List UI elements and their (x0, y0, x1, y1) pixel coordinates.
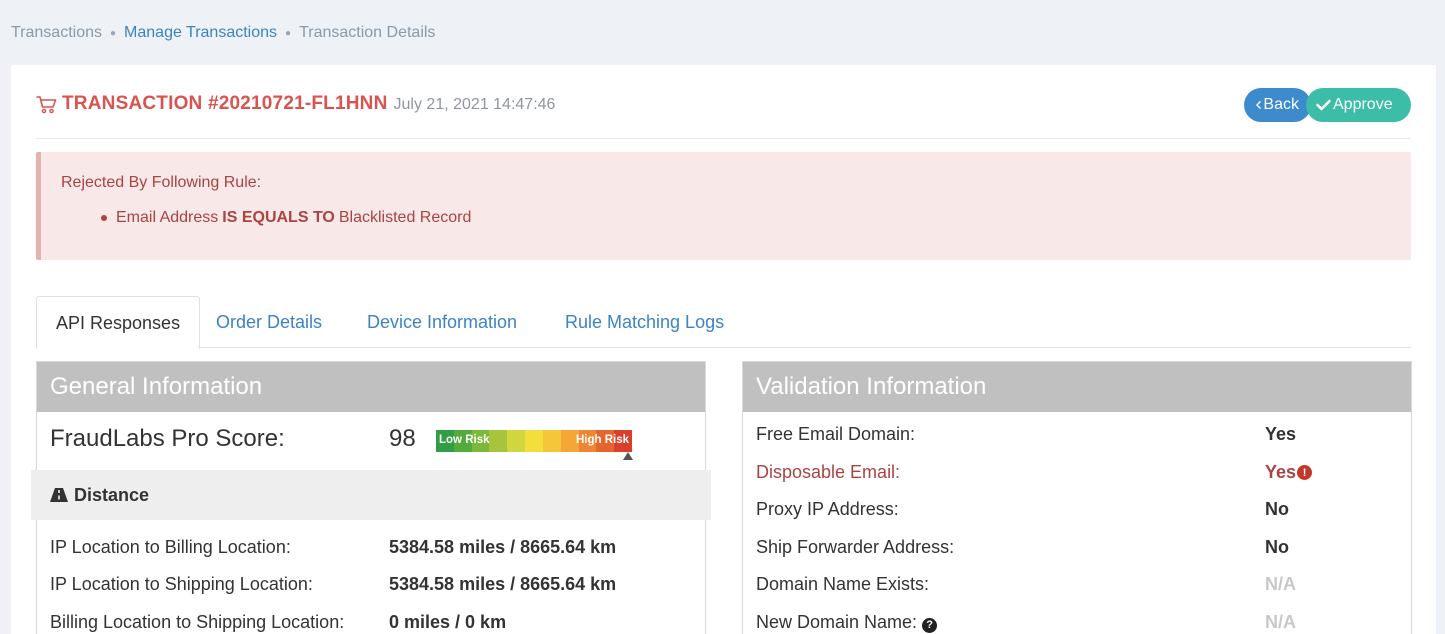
distance-value: 0 miles / 0 km (389, 612, 507, 632)
tab-device-information[interactable]: Device Information (367, 296, 517, 348)
validation-row: Ship Forwarder Address: No (756, 537, 1289, 558)
distance-row: Billing Location to Shipping Location: 0… (50, 612, 506, 633)
validation-label: New Domain Name: (756, 612, 918, 632)
distance-heading: Distance (74, 484, 150, 505)
validation-row: Free Email Domain: Yes (756, 424, 1296, 445)
rule-value: Blacklisted Record (338, 209, 472, 226)
alert-title: Rejected By Following Rule: (61, 174, 262, 191)
meter-low-label: Low Risk (439, 434, 490, 446)
validation-row: Disposable Email: Yes ! (756, 462, 1313, 483)
back-label: Back (1263, 96, 1299, 113)
distance-label: IP Location to Billing Location: (50, 537, 291, 557)
breadcrumb: Transactions ● Manage Transactions ● Tra… (11, 24, 435, 42)
validation-value: N/A (1265, 574, 1296, 594)
warning-icon: ! (1297, 465, 1313, 480)
page-title: TRANSACTION #20210721-FL1HNN July 21, 20… (36, 93, 555, 115)
general-information-panel: General Information FraudLabs Pro Score:… (31, 361, 711, 634)
distance-label: Billing Location to Shipping Location: (50, 612, 345, 632)
validation-value-group: Yes ! (1265, 462, 1313, 483)
rejection-rule: Email Address IS EQUALS TO Blacklisted R… (101, 209, 471, 227)
breadcrumb-manage-transactions[interactable]: Manage Transactions (124, 24, 277, 42)
validation-information-panel: Validation Information Free Email Domain… (742, 361, 1412, 634)
tab-order-details[interactable]: Order Details (216, 296, 322, 348)
panel-heading: Validation Information (743, 362, 1411, 412)
validation-label: Proxy IP Address: (756, 499, 899, 519)
tab-bar: API Responses Order Details Device Infor… (36, 296, 1411, 349)
rule-field: Email Address (116, 209, 219, 226)
approve-button[interactable]: Approve (1306, 88, 1411, 122)
validation-label-group: New Domain Name:? (756, 612, 1265, 633)
distance-value: 5384.58 miles / 8665.64 km (389, 537, 617, 557)
rejection-alert: Rejected By Following Rule: Email Addres… (36, 152, 1411, 260)
validation-row: Proxy IP Address: No (756, 499, 1289, 520)
validation-value: Yes (1265, 424, 1297, 444)
back-button[interactable]: Back (1244, 88, 1311, 122)
road-icon (50, 488, 68, 502)
score-pointer-icon (623, 452, 634, 460)
tab-rule-matching-logs[interactable]: Rule Matching Logs (565, 296, 724, 348)
breadcrumb-separator: ● (285, 27, 292, 39)
validation-value: Yes (1265, 462, 1297, 482)
fraud-score-row: FraudLabs Pro Score: 98 Low Risk High Ri… (50, 424, 634, 460)
chevron-left-icon (1256, 100, 1261, 110)
check-icon (1316, 99, 1331, 111)
distance-row: IP Location to Shipping Location: 5384.5… (50, 574, 616, 595)
cart-icon (36, 96, 57, 114)
score-value: 98 (389, 425, 416, 452)
distance-label: IP Location to Shipping Location: (50, 574, 313, 594)
validation-label: Domain Name Exists: (756, 574, 930, 594)
validation-label: Free Email Domain: (756, 424, 916, 444)
score-label: FraudLabs Pro Score: (50, 425, 285, 452)
distance-row: IP Location to Billing Location: 5384.58… (50, 537, 616, 558)
validation-value: No (1265, 537, 1289, 557)
distance-value: 5384.58 miles / 8665.64 km (389, 574, 617, 594)
transaction-title: TRANSACTION #20210721-FL1HNN (62, 93, 388, 114)
distance-section-heading: Distance (31, 470, 711, 520)
transaction-header: TRANSACTION #20210721-FL1HNN July 21, 20… (36, 88, 1411, 139)
validation-value: N/A (1265, 612, 1296, 632)
breadcrumb-transactions[interactable]: Transactions (11, 24, 102, 42)
panel-heading: General Information (37, 362, 705, 412)
bullet-icon (101, 215, 107, 221)
meter-high-label: High Risk (575, 434, 629, 446)
validation-label: Disposable Email: (756, 462, 901, 482)
validation-value: No (1265, 499, 1289, 519)
breadcrumb-transaction-details: Transaction Details (299, 24, 436, 41)
risk-meter: Low Risk High Risk (436, 424, 634, 460)
transaction-card: TRANSACTION #20210721-FL1HNN July 21, 20… (11, 65, 1436, 634)
approve-label: Approve (1333, 96, 1393, 113)
rule-operator: IS EQUALS TO (222, 209, 335, 226)
validation-row: Domain Name Exists: N/A (756, 574, 1296, 595)
validation-row: New Domain Name:? N/A (756, 612, 1296, 633)
help-icon[interactable]: ? (922, 617, 938, 633)
transaction-date: July 21, 2021 14:47:46 (393, 96, 556, 113)
tab-api-responses[interactable]: API Responses (36, 296, 201, 349)
validation-label: Ship Forwarder Address: (756, 537, 955, 557)
breadcrumb-separator: ● (110, 27, 117, 39)
